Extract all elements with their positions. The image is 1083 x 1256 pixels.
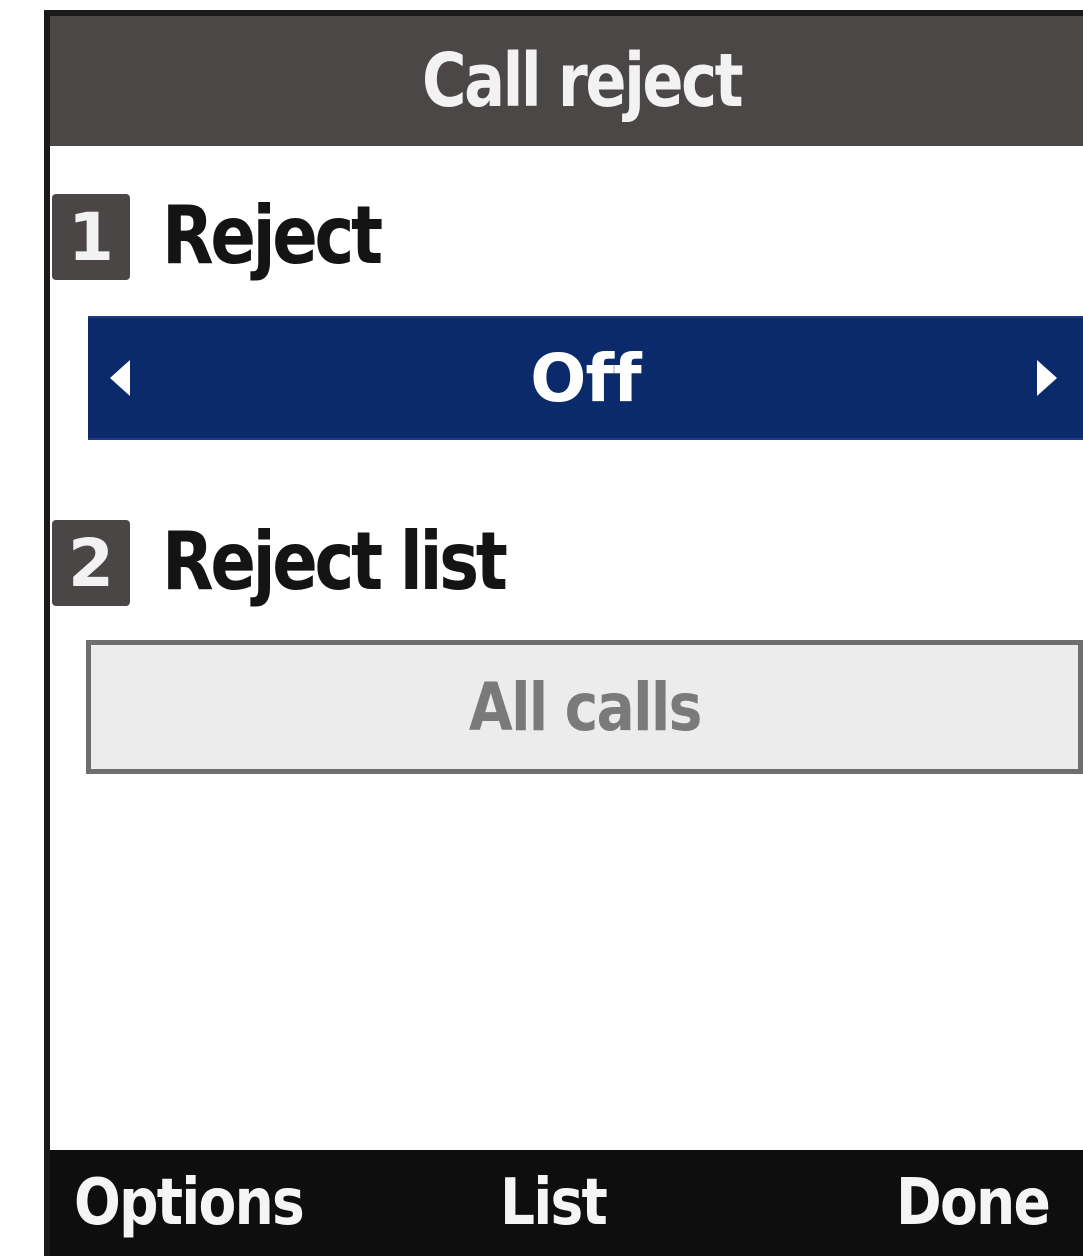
done-softkey[interactable]: Done	[896, 1150, 1074, 1256]
item-number-reject-list: 2	[52, 520, 130, 606]
triangle-left-icon[interactable]	[110, 360, 130, 396]
phone-screen: Call reject 1 Reject Off 2 Reject list A…	[0, 0, 1083, 1256]
screen-frame-left	[44, 10, 50, 1256]
item-label-reject-list: Reject list	[162, 515, 508, 608]
triangle-right-icon[interactable]	[1037, 360, 1057, 396]
reject-list-field[interactable]: All calls	[86, 640, 1083, 774]
page-title: Call reject	[421, 38, 744, 124]
title-bar: Call reject	[50, 16, 1083, 146]
done-softkey-label: Done	[896, 1166, 1051, 1240]
item-label-reject: Reject	[162, 189, 383, 282]
list-softkey-label: List	[500, 1166, 608, 1240]
reject-selector[interactable]: Off	[88, 316, 1083, 440]
reject-selector-value: Off	[530, 339, 642, 417]
options-softkey[interactable]: Options	[74, 1150, 340, 1256]
list-softkey[interactable]: List	[500, 1150, 623, 1256]
softkey-bar: Options List Done	[50, 1150, 1083, 1256]
options-softkey-label: Options	[74, 1166, 305, 1240]
item-number-reject: 1	[52, 194, 130, 280]
reject-list-value: All calls	[468, 668, 702, 746]
